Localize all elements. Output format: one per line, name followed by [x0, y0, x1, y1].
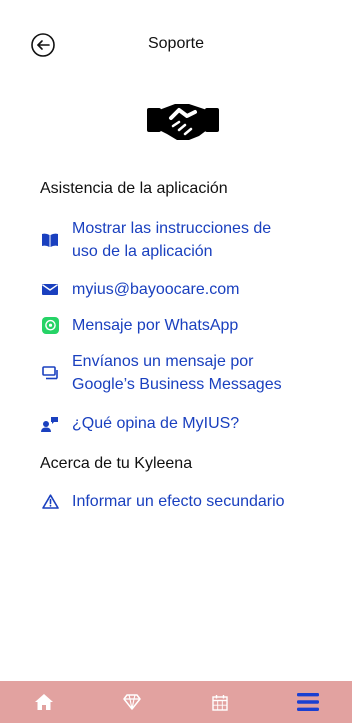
section-title-app-support: Asistencia de la aplicación [40, 180, 228, 197]
support-screen: Soporte Asistencia de la aplicación Most… [0, 0, 352, 723]
menu-icon [297, 693, 319, 711]
whatsapp-link-label: Mensaje por WhatsApp [72, 317, 239, 334]
nav-diamond[interactable] [88, 681, 176, 723]
home-icon [35, 694, 53, 710]
feedback-icon [41, 416, 58, 432]
instructions-link-line1: Mostrar las instrucciones de [72, 220, 272, 237]
nav-menu[interactable] [264, 681, 352, 723]
email-link-label: myius@bayoocare.com [72, 281, 240, 298]
header: Soporte [0, 0, 352, 90]
whatsapp-link[interactable]: Mensaje por WhatsApp [40, 314, 340, 337]
bottom-nav [0, 681, 352, 723]
warning-triangle-icon [41, 494, 59, 509]
business-messages-link-line1: Envíanos un mensaje por [72, 353, 254, 370]
instructions-link-line2: uso de la aplicación [72, 243, 213, 260]
envelope-icon [42, 284, 58, 295]
whatsapp-icon [41, 317, 59, 334]
feedback-link[interactable]: ¿Qué opina de MyIUS? [40, 412, 340, 435]
section-title-about: Acerca de tu Kyleena [40, 455, 193, 472]
handshake-icon [145, 96, 221, 144]
business-messages-link-line2: Google’s Business Messages [72, 376, 282, 393]
feedback-link-label: ¿Qué opina de MyIUS? [72, 415, 240, 432]
email-link[interactable]: myius@bayoocare.com [40, 278, 340, 301]
nav-home[interactable] [0, 681, 88, 723]
book-icon [42, 233, 58, 247]
instructions-link[interactable]: Mostrar las instrucciones de uso de la a… [40, 217, 340, 263]
calendar-icon [212, 694, 228, 711]
page-title: Soporte [147, 35, 205, 52]
report-side-effect-link-label: Informar un efecto secundario [72, 493, 285, 510]
nav-calendar[interactable] [176, 681, 264, 723]
chat-icon [42, 366, 58, 380]
report-side-effect-link[interactable]: Informar un efecto secundario [40, 490, 340, 513]
diamond-icon [123, 694, 141, 710]
business-messages-link[interactable]: Envíanos un mensaje por Google’s Busines… [40, 350, 340, 396]
